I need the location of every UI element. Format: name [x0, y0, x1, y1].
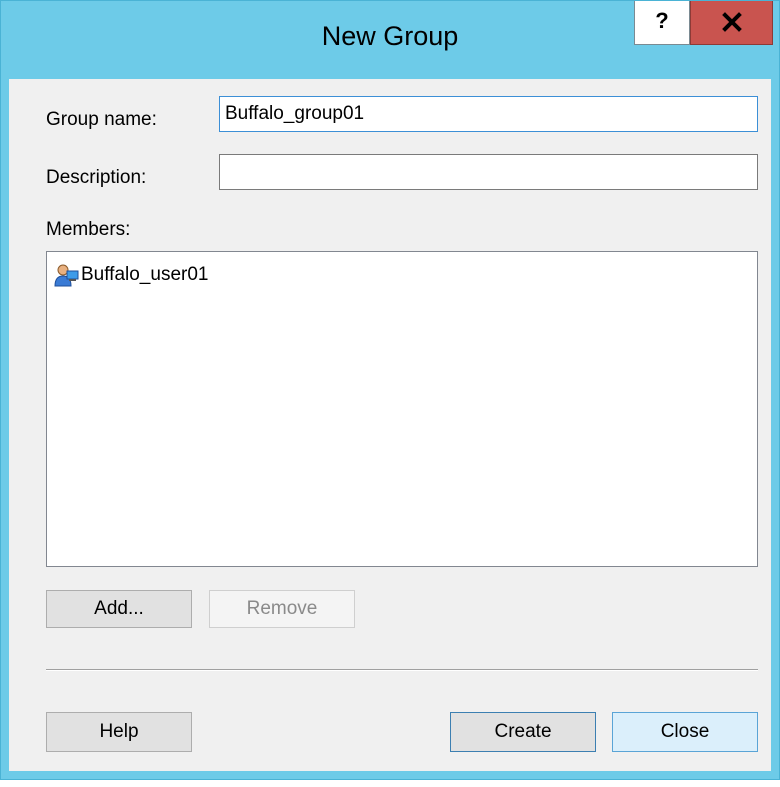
member-name: Buffalo_user01 — [81, 264, 209, 285]
dialog-body: Group name: Description: Members: Buffal… — [9, 79, 771, 771]
list-item[interactable]: Buffalo_user01 — [53, 262, 208, 288]
group-name-label: Group name: — [46, 109, 157, 130]
remove-button[interactable]: Remove — [209, 590, 355, 628]
group-name-input[interactable] — [219, 96, 758, 132]
description-input[interactable] — [219, 154, 758, 190]
help-title-button[interactable]: ? — [634, 1, 690, 45]
user-account-icon — [54, 264, 79, 287]
help-button[interactable]: Help — [46, 712, 192, 752]
title-bar[interactable]: New Group ? — [1, 1, 779, 79]
close-icon — [721, 11, 742, 32]
members-label: Members: — [46, 219, 131, 240]
close-button[interactable]: Close — [612, 712, 758, 752]
members-list[interactable]: Buffalo_user01 — [46, 251, 758, 567]
separator — [46, 669, 758, 671]
new-group-dialog: New Group ? Group name: Description: Mem… — [0, 0, 780, 780]
create-button[interactable]: Create — [450, 712, 596, 752]
add-button[interactable]: Add... — [46, 590, 192, 628]
description-label: Description: — [46, 167, 147, 188]
close-title-button[interactable] — [690, 1, 773, 45]
